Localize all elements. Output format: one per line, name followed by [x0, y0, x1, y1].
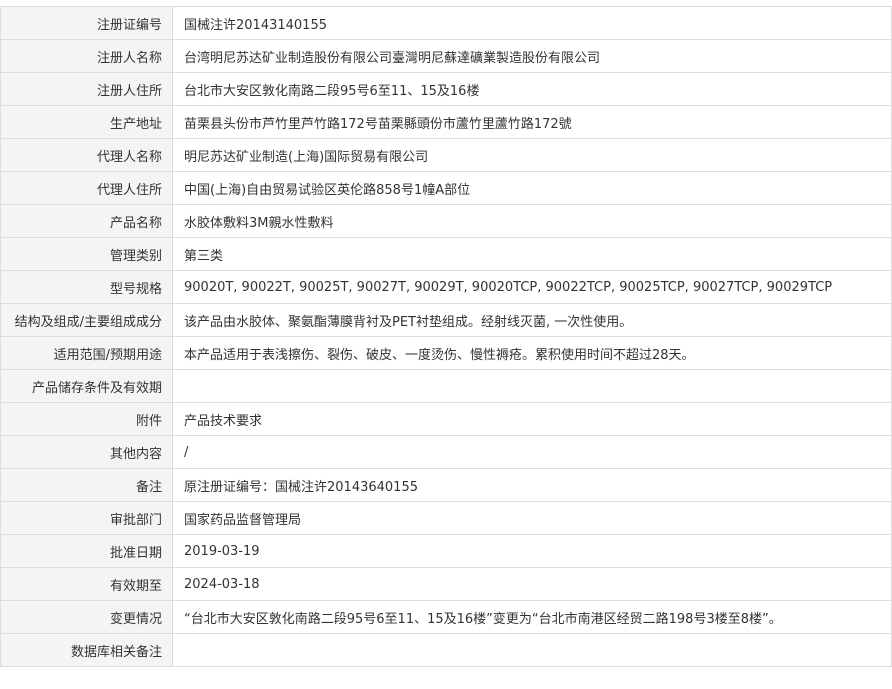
table-row: 注册人住所 台北市大安区敦化南路二段95号6至11、15及16楼	[0, 72, 892, 106]
row-label: 备注	[0, 468, 173, 502]
row-label: 代理人住所	[0, 171, 173, 205]
row-value: 第三类	[172, 237, 892, 271]
row-label: 审批部门	[0, 501, 173, 535]
row-label: 产品名称	[0, 204, 173, 238]
row-value: 该产品由水胶体、聚氨酯薄膜背衬及PET衬垫组成。经射线灭菌, 一次性使用。	[172, 303, 892, 337]
row-value: 台北市大安区敦化南路二段95号6至11、15及16楼	[172, 72, 892, 106]
table-row: 代理人住所 中国(上海)自由贸易试验区英伦路858号1幢A部位	[0, 171, 892, 205]
row-label: 数据库相关备注	[0, 633, 173, 667]
table-row: 生产地址 苗栗县头份市芦竹里芦竹路172号苗栗縣頭份市蘆竹里蘆竹路172號	[0, 105, 892, 139]
row-label: 代理人名称	[0, 138, 173, 172]
row-label: 产品储存条件及有效期	[0, 369, 173, 403]
table-row: 批准日期 2019-03-19	[0, 534, 892, 568]
table-row: 管理类别 第三类	[0, 237, 892, 271]
row-label: 有效期至	[0, 567, 173, 601]
row-value: 国家药品监督管理局	[172, 501, 892, 535]
row-value: 苗栗县头份市芦竹里芦竹路172号苗栗縣頭份市蘆竹里蘆竹路172號	[172, 105, 892, 139]
table-row: 结构及组成/主要组成成分 该产品由水胶体、聚氨酯薄膜背衬及PET衬垫组成。经射线灭…	[0, 303, 892, 337]
row-value: 90020T, 90022T, 90025T, 90027T, 90029T, …	[172, 270, 892, 304]
row-value: 本产品适用于表浅擦伤、裂伤、破皮、一度烫伤、慢性褥疮。累积使用时间不超过28天。	[172, 336, 892, 370]
table-row: 备注 原注册证编号：国械注许20143640155	[0, 468, 892, 502]
row-value: 水胶体敷料3M親水性敷料	[172, 204, 892, 238]
row-value: 产品技术要求	[172, 402, 892, 436]
table-row: 有效期至 2024-03-18	[0, 567, 892, 601]
table-row: 数据库相关备注	[0, 633, 892, 667]
row-label: 注册证编号	[0, 6, 173, 40]
table-row: 代理人名称 明尼苏达矿业制造(上海)国际贸易有限公司	[0, 138, 892, 172]
table-row: 其他内容 /	[0, 435, 892, 469]
table-row: 附件 产品技术要求	[0, 402, 892, 436]
row-label: 注册人名称	[0, 39, 173, 73]
row-value	[172, 369, 892, 403]
row-label: 生产地址	[0, 105, 173, 139]
row-label: 型号规格	[0, 270, 173, 304]
row-value: 明尼苏达矿业制造(上海)国际贸易有限公司	[172, 138, 892, 172]
table-row: 产品储存条件及有效期	[0, 369, 892, 403]
registration-details-table: 注册证编号 国械注许20143140155 注册人名称 台湾明尼苏达矿业制造股份有限…	[0, 6, 892, 667]
table-row: 适用范围/预期用途 本产品适用于表浅擦伤、裂伤、破皮、一度烫伤、慢性褥疮。累积使用…	[0, 336, 892, 370]
row-label: 注册人住所	[0, 72, 173, 106]
row-value: 国械注许20143140155	[172, 6, 892, 40]
row-value: 原注册证编号：国械注许20143640155	[172, 468, 892, 502]
row-value: 中国(上海)自由贸易试验区英伦路858号1幢A部位	[172, 171, 892, 205]
row-label: 批准日期	[0, 534, 173, 568]
table-row: 产品名称 水胶体敷料3M親水性敷料	[0, 204, 892, 238]
row-label: 结构及组成/主要组成成分	[0, 303, 173, 337]
table-row: 变更情况 “台北市大安区敦化南路二段95号6至11、15及16楼”变更为“台北市南…	[0, 600, 892, 634]
row-value: 2024-03-18	[172, 567, 892, 601]
table-row: 型号规格 90020T, 90022T, 90025T, 90027T, 9002…	[0, 270, 892, 304]
row-label: 变更情况	[0, 600, 173, 634]
table-row: 审批部门 国家药品监督管理局	[0, 501, 892, 535]
table-row: 注册证编号 国械注许20143140155	[0, 6, 892, 40]
table-body: 注册证编号 国械注许20143140155 注册人名称 台湾明尼苏达矿业制造股份有限…	[0, 6, 892, 667]
row-label: 其他内容	[0, 435, 173, 469]
row-value: 台湾明尼苏达矿业制造股份有限公司臺灣明尼蘇達礦業製造股份有限公司	[172, 39, 892, 73]
row-label: 管理类别	[0, 237, 173, 271]
row-label: 适用范围/预期用途	[0, 336, 173, 370]
row-value	[172, 633, 892, 667]
row-label: 附件	[0, 402, 173, 436]
row-value: “台北市大安区敦化南路二段95号6至11、15及16楼”变更为“台北市南港区经贸…	[172, 600, 892, 634]
row-value: /	[172, 435, 892, 469]
table-row: 注册人名称 台湾明尼苏达矿业制造股份有限公司臺灣明尼蘇達礦業製造股份有限公司	[0, 39, 892, 73]
row-value: 2019-03-19	[172, 534, 892, 568]
